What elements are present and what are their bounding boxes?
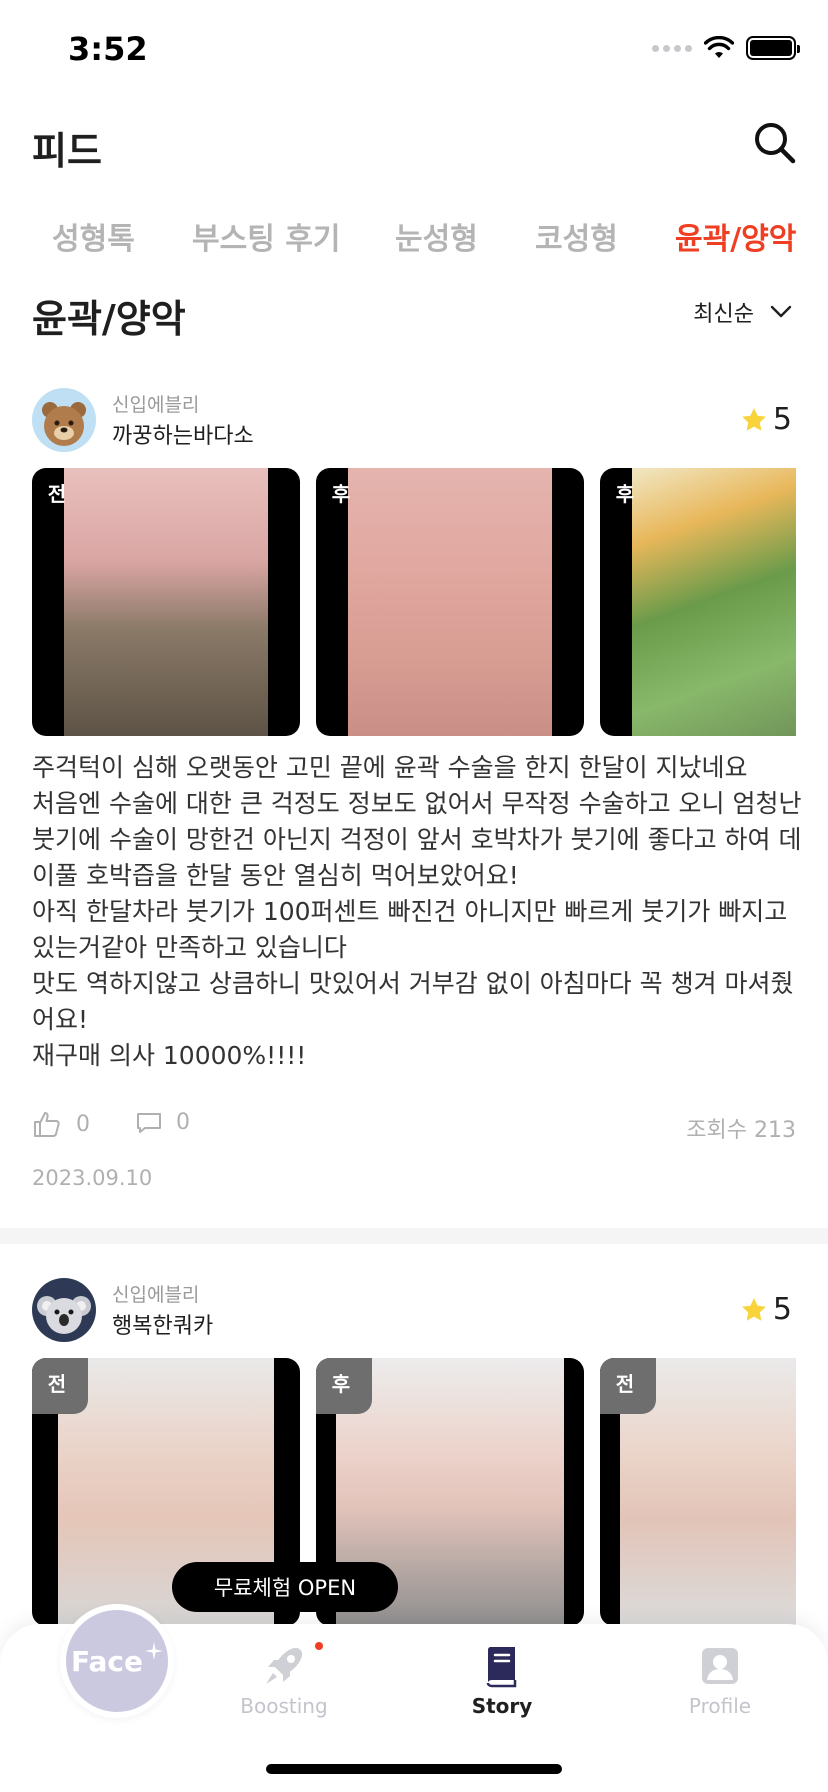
photo-tag: 전 [600, 1358, 656, 1414]
tab-nose-surgery[interactable]: 코성형 [535, 214, 618, 258]
app-header: 피드 [0, 110, 828, 180]
rocket-icon [266, 1647, 303, 1684]
status-indicators [652, 36, 800, 60]
sparkle-icon [144, 1642, 163, 1660]
cellular-signal-icon [652, 44, 692, 52]
home-indicator [266, 1764, 562, 1774]
rating-value: 5 [772, 1292, 792, 1327]
status-bar: 3:52 [0, 0, 828, 100]
after-photo[interactable]: 후 [316, 468, 584, 736]
sort-label: 최신순 [693, 302, 754, 327]
like-count: 0 [76, 1111, 90, 1137]
comment-button[interactable]: 0 [136, 1110, 190, 1135]
post-actions: 0 0 조회수 213 [32, 1110, 796, 1150]
tab-contour-jaw[interactable]: 윤곽/양악 [675, 214, 796, 258]
chevron-down-icon [770, 305, 792, 318]
like-button[interactable]: 0 [32, 1110, 90, 1138]
photo-carousel[interactable]: 전 후 후 [32, 468, 796, 738]
tab-plastic-talk[interactable]: 성형톡 [52, 214, 135, 258]
book-icon [486, 1647, 517, 1688]
section-title: 윤곽/양악 [32, 297, 186, 341]
photo-tag: 후 [615, 481, 635, 506]
wifi-icon [704, 36, 734, 58]
battery-icon [746, 36, 800, 60]
search-button[interactable] [750, 118, 800, 168]
free-trial-button[interactable]: 무료체험 OPEN [172, 1562, 398, 1612]
tab-boosting[interactable]: Boosting [214, 1642, 354, 1718]
before-photo[interactable]: 전 [32, 468, 300, 736]
photo-tag: 전 [47, 481, 67, 506]
rating: 5 [739, 1292, 792, 1327]
tab-eye-surgery[interactable]: 눈성형 [395, 214, 478, 258]
tab-profile[interactable]: Profile [650, 1642, 790, 1718]
face-label: Face [71, 1644, 143, 1678]
thumbs-up-icon [34, 1112, 60, 1137]
sort-dropdown[interactable]: 최신순 [693, 296, 792, 328]
page-title: 피드 [32, 129, 102, 173]
post-body[interactable]: 주걱턱이 심해 오랫동안 고민 끝에 윤곽 수술을 한지 한달이 지났네요 처음… [32, 750, 802, 1074]
username[interactable]: 행복한쿼카 [112, 1308, 213, 1340]
comment-icon [137, 1112, 161, 1133]
rating-value: 5 [772, 402, 792, 437]
after-photo[interactable]: 후 [600, 468, 796, 736]
status-time: 3:52 [68, 30, 148, 68]
notification-dot [315, 1642, 323, 1650]
photo-tag: 전 [32, 1358, 88, 1414]
tab-profile-label: Profile [688, 1694, 752, 1718]
tab-boosting-review[interactable]: 부스팅 후기 [192, 214, 340, 258]
photo-tag: 후 [331, 481, 351, 506]
view-count: 조회수 213 [686, 1118, 796, 1143]
koala-avatar-icon[interactable] [32, 1278, 96, 1342]
face-button[interactable]: Face [60, 1604, 174, 1718]
tab-story-label: Story [471, 1694, 533, 1718]
star-icon [742, 407, 766, 431]
photo-carousel[interactable]: 전 후 전 [32, 1358, 796, 1628]
username[interactable]: 까꿍하는바다소 [112, 418, 254, 450]
post-divider [0, 1228, 828, 1244]
before-photo[interactable]: 전 [600, 1358, 796, 1626]
user-grade: 신입에블리 [112, 394, 200, 416]
tab-story[interactable]: Story [432, 1642, 572, 1718]
tab-boosting-label: Boosting [240, 1694, 328, 1718]
bear-avatar-icon[interactable] [32, 388, 96, 452]
category-tabs: 성형톡 부스팅 후기 눈성형 코성형 윤곽/양악 [0, 210, 828, 266]
rating: 5 [739, 402, 792, 437]
user-grade: 신입에블리 [112, 1284, 200, 1306]
comment-count: 0 [176, 1110, 190, 1135]
profile-icon [702, 1648, 738, 1684]
post-date: 2023.09.10 [32, 1166, 153, 1190]
search-icon [755, 123, 796, 164]
photo-tag: 후 [316, 1358, 372, 1414]
star-icon [742, 1297, 766, 1321]
feed-post[interactable]: 신입에블리 행복한쿼카 5 전 후 전 [0, 1278, 828, 1638]
feed-post[interactable]: 신입에블리 까꿍하는바다소 5 전 후 후 주걱턱이 심해 오랫동안 고민 끝에… [0, 388, 828, 1228]
